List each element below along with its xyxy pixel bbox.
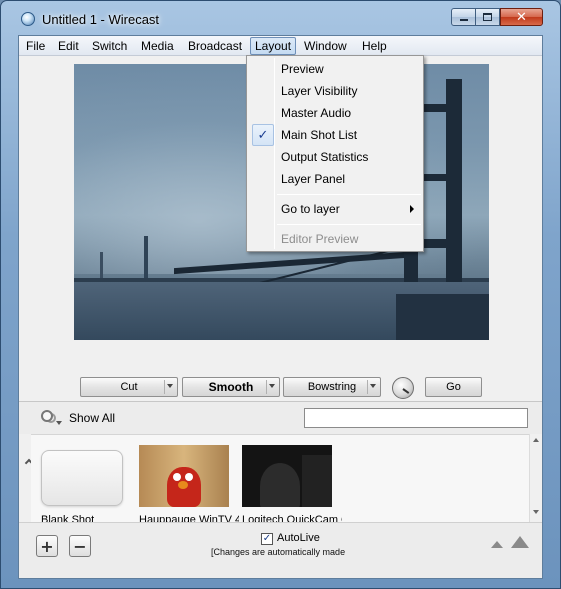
blank-shot-thumbnail[interactable] [41,450,123,506]
maximize-button[interactable] [475,8,500,26]
remove-shot-button[interactable]: − [69,535,91,557]
menu-item-label: Preview [281,62,324,76]
minimize-icon [459,19,468,21]
search-ring-front [41,410,53,422]
autolive-label: AutoLive [277,532,320,544]
show-all-label[interactable]: Show All [69,411,115,425]
plus-icon: + [40,536,54,556]
close-button[interactable]: ✕ [500,8,543,26]
webcam-background [302,455,332,507]
menu-switch[interactable]: Switch [92,37,127,55]
wirecast-icon [21,12,35,26]
smooth-separator [266,380,267,394]
chevron-up-icon[interactable] [533,438,539,442]
autolive-note: [Changes are automatically made [211,547,346,557]
hauppauge-thumbnail[interactable] [139,445,229,507]
menu-file[interactable]: File [26,37,45,55]
menu-media[interactable]: Media [141,37,174,55]
chevron-down-icon[interactable] [370,384,376,388]
menu-item-preview[interactable]: Preview [249,58,421,80]
menu-item-label: Editor Preview [281,232,359,246]
menu-item-label: Layer Panel [281,172,346,186]
shot-list-panel: Blank Shot Hauppauge WinTV 4: Logitech Q… [31,434,529,526]
cut-label: Cut [120,381,138,393]
search-icon[interactable] [41,410,62,426]
bowstring-transition-button[interactable]: Bowstring [283,377,381,397]
chevron-right-icon [410,205,414,213]
bottom-bar: + − ✓ AutoLive [Changes are automaticall… [19,522,542,578]
logitech-thumbnail[interactable] [242,445,332,507]
preview-shore [396,294,489,340]
menu-item-main-shot-list[interactable]: ✓ Main Shot List [249,124,421,146]
chevron-down-icon[interactable] [167,384,173,388]
menu-separator [277,194,421,195]
bowstring-separator [367,380,368,394]
elmo-nose [178,481,188,489]
smooth-transition-button[interactable]: Smooth [182,377,280,397]
shot-list-scrollbar[interactable] [529,434,542,522]
menu-edit[interactable]: Edit [58,37,79,55]
bowstring-label: Bowstring [307,381,357,393]
elmo-eye-left [173,473,181,481]
title-bar[interactable]: Untitled 1 - Wirecast ✕ [1,1,560,35]
menu-item-editor-preview: Editor Preview [249,228,421,250]
maximize-icon [483,13,492,21]
rotary-knob-icon[interactable] [392,377,414,399]
menu-item-layer-panel[interactable]: Layer Panel [249,168,421,190]
thumbnail-large-icon[interactable] [511,536,529,548]
autolive-checkbox[interactable]: ✓ [261,533,273,545]
menu-bar: File Edit Switch Media Broadcast Layout … [19,36,542,56]
menu-item-label: Output Statistics [281,150,369,164]
cut-transition-button[interactable]: Cut [80,377,178,397]
minus-icon: − [73,536,87,556]
chevron-down-icon [56,421,62,425]
smooth-label: Smooth [208,380,254,394]
checkmark-icon: ✓ [252,124,274,146]
go-label: Go [446,381,461,393]
bridge-tower-main-right [446,79,462,304]
layout-menu: Preview Layer Visibility Master Audio ✓ … [246,55,424,252]
cut-separator [164,380,165,394]
thumbnail-small-icon[interactable] [491,541,503,548]
webcam-person [260,463,300,507]
chevron-down-icon[interactable] [533,510,539,514]
close-icon: ✕ [516,9,527,25]
menu-item-master-audio[interactable]: Master Audio [249,102,421,124]
shot-filter-input[interactable] [304,408,528,428]
menu-item-layer-visibility[interactable]: Layer Visibility [249,80,421,102]
menu-item-label: Main Shot List [281,128,358,142]
menu-window[interactable]: Window [304,37,347,55]
menu-help[interactable]: Help [362,37,387,55]
go-button[interactable]: Go [425,377,482,397]
minimize-button[interactable] [451,8,476,26]
chevron-down-icon[interactable] [269,384,275,388]
menu-item-output-statistics[interactable]: Output Statistics [249,146,421,168]
menu-item-go-to-layer[interactable]: Go to layer [249,198,421,220]
menu-item-label: Layer Visibility [281,84,358,98]
add-shot-button[interactable]: + [36,535,58,557]
knob-indicator [402,388,410,394]
menu-layout[interactable]: Layout [250,37,297,55]
elmo-eye-right [185,473,193,481]
menu-item-label: Go to layer [281,202,340,216]
menu-item-label: Master Audio [281,106,352,120]
window-title: Untitled 1 - Wirecast [42,12,160,27]
shot-list-toolbar: Show All [19,402,542,434]
menu-broadcast[interactable]: Broadcast [188,37,242,55]
menu-separator [277,224,421,225]
